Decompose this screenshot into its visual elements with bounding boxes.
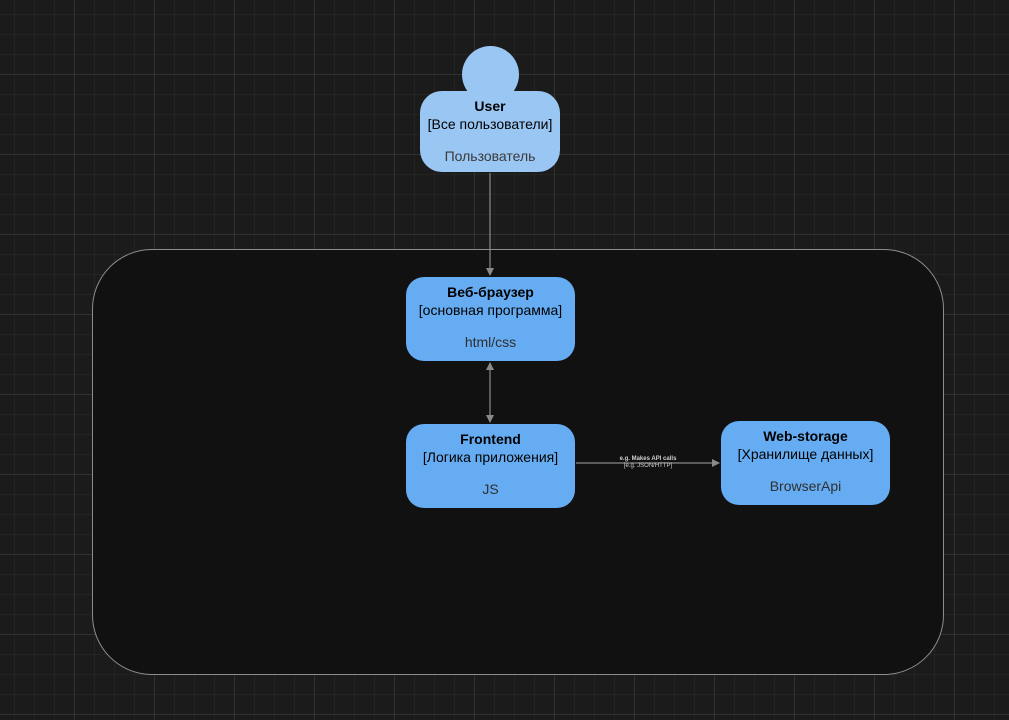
node-tech: html/css [464,334,517,350]
edge-label-text: e.g. Makes API calls [619,456,677,462]
node-kind: [Логика приложения] [422,449,559,465]
node-name: Web-storage [763,428,848,444]
node-tech: BrowserApi [769,478,842,494]
person-user[interactable]: User [Все пользователи] Пользователь [420,91,560,172]
node-tech: Пользователь [444,148,536,164]
node-kind: [Все пользователи] [427,116,553,132]
node-kind: [основная программа] [418,302,563,318]
container-web-storage[interactable]: Web-storage [Хранилище данных] BrowserAp… [721,421,890,505]
node-tech: JS [482,481,499,497]
node-name: User [474,98,506,114]
node-name: Frontend [460,431,521,447]
node-kind: [Хранилище данных] [737,446,874,462]
container-frontend[interactable]: Frontend [Логика приложения] JS [406,424,575,508]
node-name: Веб-браузер [447,284,534,300]
diagram-canvas: e.g. Makes API calls [e.g. JSON/HTTP] Us… [0,0,1009,720]
edge-label-frontend-storage: e.g. Makes API calls [e.g. JSON/HTTP] [600,456,696,470]
edge-label-tech: [e.g. JSON/HTTP] [623,463,673,469]
container-web-browser[interactable]: Веб-браузер [основная программа] html/cs… [406,277,575,361]
